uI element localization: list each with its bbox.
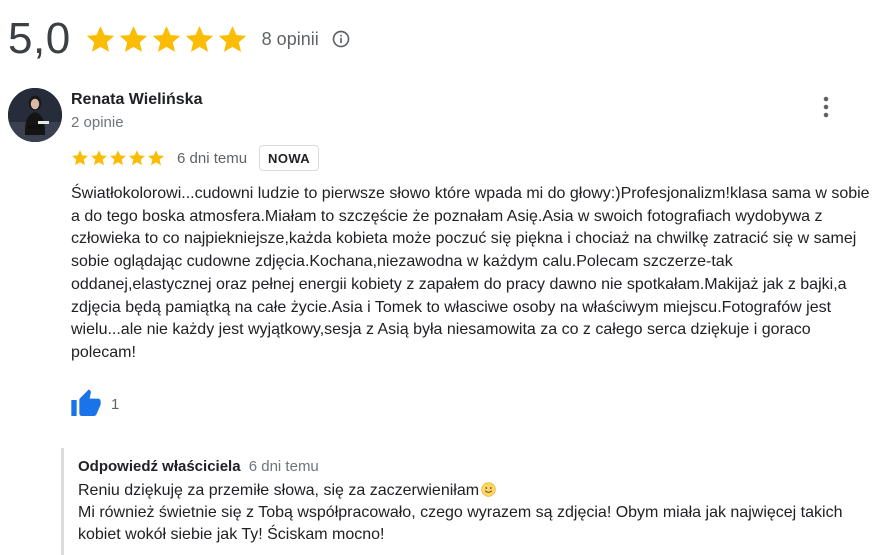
like-count: 1 [111,395,120,413]
owner-reply-line-1: Reniu dziękuję za przemiłe słowa, się za… [78,482,480,499]
star-icon [110,150,126,166]
smiling-face-icon [481,482,496,497]
average-score: 5,0 [8,14,71,63]
new-badge: NOWA [259,145,320,171]
star-icon [86,25,114,52]
star-icon [185,25,213,52]
review-rating-row: 6 dni temu NOWA [71,144,320,172]
star-icon [218,25,246,52]
avatar-photo [8,88,62,142]
rating-summary: 5,0 8 opinii [8,14,351,64]
avatar[interactable] [8,88,62,142]
more-vert-icon[interactable] [816,95,836,119]
review-count[interactable]: 8 opinii [262,29,319,50]
author-name[interactable]: Renata Wielińska [71,91,202,109]
like-row: 1 [70,388,119,420]
star-icon [119,25,147,52]
thumb-up-icon[interactable] [70,388,102,420]
owner-reply-header: Odpowiedź właściciela 6 dni temu [78,457,877,477]
review-text: Światłokolorowi...cudowni ludzie to pier… [71,185,870,361]
average-stars [85,24,248,55]
author-review-count: 2 opinie [71,114,124,131]
owner-reply-date: 6 dni temu [248,458,319,475]
review-date: 6 dni temu [177,149,248,167]
review-stars [71,149,165,167]
owner-reply: Odpowiedź właściciela 6 dni temu Reniu d… [61,448,877,555]
owner-reply-line-2: Mi również świetnie się z Tobą współprac… [78,504,843,543]
star-icon [72,150,88,166]
star-icon [152,25,180,52]
info-icon[interactable] [331,29,351,49]
owner-reply-line: Reniu dziękuję za przemiłe słowa, się za… [78,480,877,502]
owner-reply-label: Odpowiedź właściciela [78,458,241,475]
star-icon [129,150,145,166]
star-icon [91,150,107,166]
star-icon [148,150,164,166]
owner-reply-text: Reniu dziękuję za przemiłe słowa, się za… [78,480,877,546]
